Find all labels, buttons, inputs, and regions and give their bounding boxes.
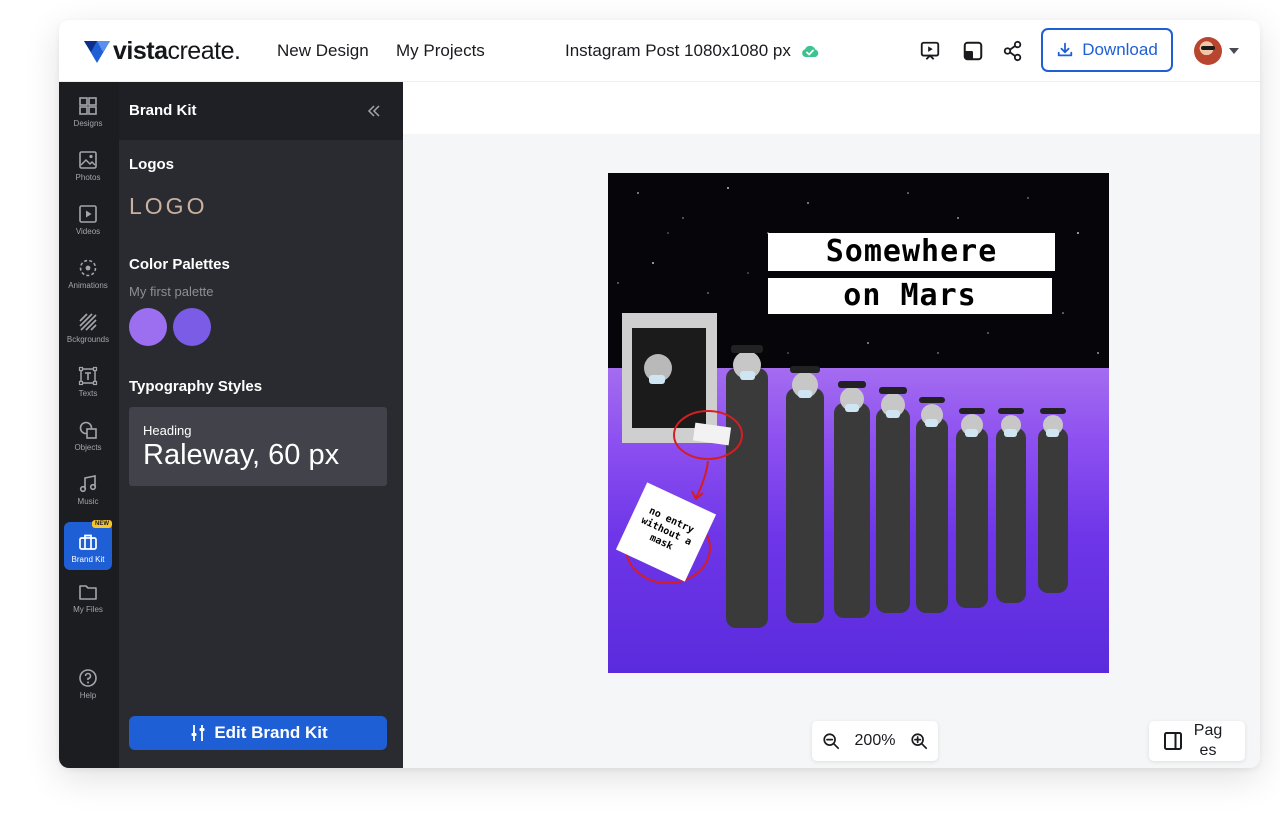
collapse-panel-icon[interactable] <box>365 102 383 120</box>
typography-style-label: Heading <box>143 423 192 438</box>
edit-brand-kit-label: Edit Brand Kit <box>214 723 328 742</box>
rail-item-music[interactable]: Music <box>64 468 112 516</box>
app-logo[interactable]: vistacreate. <box>83 36 241 65</box>
rail-label: Help <box>79 691 97 700</box>
background-icon <box>79 313 97 331</box>
brand-wordmark: vistacreate. <box>113 36 241 65</box>
rail-label: Designs <box>73 119 103 128</box>
rail-item-photos[interactable]: Photos <box>64 144 112 192</box>
briefcase-icon <box>79 534 97 550</box>
zoom-level[interactable]: 200% <box>855 732 896 750</box>
resize-icon[interactable] <box>961 39 985 63</box>
rail-label: Photos <box>75 173 101 182</box>
rail-item-my-files[interactable]: My Files <box>64 576 112 624</box>
panel-title: Brand Kit <box>129 102 197 119</box>
video-icon <box>79 205 97 223</box>
download-icon <box>1057 42 1073 57</box>
share-icon[interactable] <box>1001 39 1025 63</box>
editor-window: vistacreate. New Design My Projects Inst… <box>59 20 1260 768</box>
document-title[interactable]: Instagram Post 1080x1080 px <box>565 41 819 61</box>
rail-item-animations[interactable]: Animations <box>64 252 112 300</box>
zoom-in-icon[interactable] <box>910 732 928 750</box>
help-icon <box>79 669 97 687</box>
palette-name[interactable]: My first palette <box>129 284 214 299</box>
panel-header: Brand Kit <box>119 82 403 140</box>
headline-line-1[interactable]: Somewhere <box>768 233 1055 271</box>
image-icon <box>79 151 97 169</box>
pages-panel-icon <box>1164 732 1182 750</box>
rail-label: Brand Kit <box>71 555 105 564</box>
headline-line-2[interactable]: on Mars <box>768 278 1052 314</box>
typography-style-card[interactable]: Heading Raleway, 60 px <box>129 407 387 486</box>
nav-my-projects[interactable]: My Projects <box>396 41 485 61</box>
sliders-icon <box>191 725 205 741</box>
pages-button[interactable]: Pages <box>1149 721 1245 761</box>
logos-heading: Logos <box>129 156 174 173</box>
avatar[interactable] <box>1194 37 1222 65</box>
canvas-toolbar-area <box>403 82 1260 134</box>
new-badge: NEW <box>92 520 112 528</box>
edit-brand-kit-button[interactable]: Edit Brand Kit <box>129 716 387 750</box>
rail-item-brand-kit[interactable]: NEW Brand Kit <box>64 520 112 570</box>
zoom-out-icon[interactable] <box>822 732 840 750</box>
color-swatch-1[interactable] <box>129 308 167 346</box>
rail-label: Music <box>77 497 99 506</box>
rail-label: My Files <box>73 605 103 614</box>
grid-icon <box>79 97 97 115</box>
shapes-icon <box>79 421 97 439</box>
play-preview-icon[interactable] <box>918 39 942 63</box>
nav-new-design[interactable]: New Design <box>277 41 369 61</box>
rail-label: Videos <box>75 227 101 236</box>
document-title-text[interactable]: Instagram Post 1080x1080 px <box>565 41 791 61</box>
rail-item-objects[interactable]: Objects <box>64 414 112 462</box>
animation-icon <box>79 259 97 277</box>
color-swatch-2[interactable] <box>173 308 211 346</box>
typography-style-value: Raleway, 60 px <box>143 439 340 471</box>
pages-label: Pages <box>1193 722 1223 759</box>
chevron-down-icon[interactable] <box>1229 48 1239 54</box>
logo-placeholder[interactable]: LOGO <box>129 193 207 220</box>
rail-item-texts[interactable]: Texts <box>64 360 112 408</box>
tool-rail: Designs Photos Videos Animations Bckgrou… <box>59 82 119 768</box>
typography-heading: Typography Styles <box>129 378 263 395</box>
folder-icon <box>79 585 97 600</box>
top-bar: vistacreate. New Design My Projects Inst… <box>59 20 1260 82</box>
rail-label: Texts <box>78 389 98 398</box>
download-button[interactable]: Download <box>1041 28 1173 72</box>
rail-item-videos[interactable]: Videos <box>64 198 112 246</box>
color-palettes-heading: Color Palettes <box>129 256 230 273</box>
rail-item-help[interactable]: Help <box>64 662 112 710</box>
rail-label: Objects <box>74 443 102 452</box>
cloud-check-icon <box>801 45 819 57</box>
text-icon <box>78 366 98 386</box>
vistacreate-logo-icon <box>84 41 110 63</box>
design-artboard[interactable]: Somewhere on Mars no entry without a mas… <box>608 173 1109 673</box>
zoom-control: 200% <box>812 721 938 761</box>
brand-kit-panel: Brand Kit Logos LOGO Color Palettes My f… <box>119 82 403 768</box>
rail-label: Bckgrounds <box>66 335 110 344</box>
rail-item-backgrounds[interactable]: Bckgrounds <box>64 306 112 354</box>
download-label: Download <box>1082 40 1158 59</box>
music-icon <box>79 475 97 493</box>
rail-label: Animations <box>68 281 108 290</box>
rail-item-designs[interactable]: Designs <box>64 90 112 138</box>
